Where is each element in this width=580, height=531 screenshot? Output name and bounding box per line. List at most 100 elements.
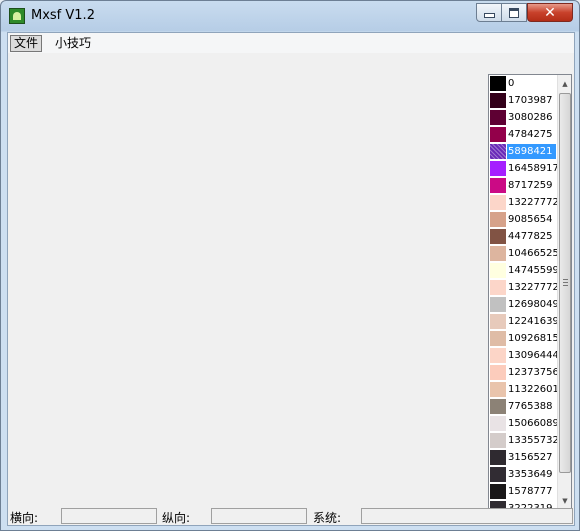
color-list-item[interactable]: 1703987 [489,92,557,109]
color-value-label: 12373756 [508,367,559,378]
color-swatch [490,467,506,482]
color-swatch [490,246,506,261]
color-list-item[interactable]: 13096444 [489,347,559,364]
system-label: 系统: [313,511,342,525]
color-list-item[interactable]: 5898421 [489,143,557,160]
thumb-grip-icon [563,282,568,283]
vertical-field [211,508,307,524]
menu-tips[interactable]: 小技巧 [52,35,94,51]
color-swatch [490,76,506,91]
maximize-icon [509,7,519,18]
system-field [361,508,573,524]
color-list-item[interactable]: 14745599 [489,262,559,279]
color-swatch [490,297,506,312]
color-value-label: 7765388 [508,401,553,412]
window-title: Mxsf V1.2 [31,8,95,23]
color-swatch [490,229,506,244]
title-bar[interactable]: Mxsf V1.2 ✕ [1,1,579,31]
client-area: 文件 小技巧 0 1703987 3080286 4784275 5898421 1645… [7,32,575,526]
color-list-item[interactable]: 12698049 [489,296,559,313]
scroll-down-arrow-icon[interactable]: ▼ [558,493,571,508]
thumb-grip-icon [563,279,568,280]
color-swatch [490,178,506,193]
color-swatch [490,263,506,278]
color-swatch [490,484,506,499]
color-list-item[interactable]: 16458917 [489,160,559,177]
color-value-label: 4477825 [508,231,553,242]
color-value-label: 3353649 [508,469,553,480]
color-swatch [490,382,506,397]
app-logo-icon [9,8,25,24]
close-icon: ✕ [544,4,556,21]
color-value-label: 15066089 [508,418,559,429]
color-swatch [490,416,506,431]
color-value-label: 16458917 [508,163,559,174]
color-swatch [490,212,506,227]
color-list-item[interactable]: 7765388 [489,398,557,415]
color-value-label: 11322601 [508,384,559,395]
color-list-item[interactable]: 9085654 [489,211,557,228]
status-bar: 横向: 纵向: 系统: [8,507,574,525]
color-value-label: 4784275 [508,129,553,140]
scroll-thumb[interactable] [559,93,571,473]
color-value-label: 1703987 [508,95,553,106]
vertical-label: 纵向: [162,511,191,525]
color-swatch [490,365,506,380]
color-list-item[interactable]: 4477825 [489,228,557,245]
color-value-label: 13227772 [508,282,559,293]
color-list-item[interactable]: 15066089 [489,415,559,432]
color-swatch [490,195,506,210]
color-list-item[interactable]: 13355732 [489,432,559,449]
color-value-label: 5898421 [507,144,556,159]
color-swatch [490,450,506,465]
color-value-label: 1578777 [508,486,553,497]
color-list-item[interactable]: 3080286 [489,109,557,126]
app-window: Mxsf V1.2 ✕ 文件 小技巧 0 1703987 3080286 478427… [0,0,580,531]
color-value-label: 12698049 [508,299,559,310]
color-list-item[interactable]: 8717259 [489,177,557,194]
color-swatch [490,433,506,448]
color-list-item[interactable]: 13227772 [489,279,559,296]
thumb-grip-icon [563,285,568,286]
menu-file[interactable]: 文件 [10,35,43,52]
color-list-item[interactable]: 3156527 [489,449,557,466]
color-value-label: 13096444 [508,350,559,361]
scroll-up-arrow-icon[interactable]: ▲ [558,76,571,91]
horizontal-label: 横向: [10,511,39,525]
close-button[interactable]: ✕ [527,3,573,22]
color-value-label: 13355732 [508,435,559,446]
color-value-label: 10926815 [508,333,559,344]
color-swatch [490,331,506,346]
color-swatch [490,127,506,142]
color-swatch [490,314,506,329]
color-swatch [490,93,506,108]
color-list[interactable]: 0 1703987 3080286 4784275 5898421 16458917 871… [488,74,572,510]
color-list-item[interactable]: 4784275 [489,126,557,143]
color-list-item[interactable]: 10466525 [489,245,559,262]
color-value-label: 14745599 [508,265,559,276]
color-swatch [490,144,506,159]
color-swatch [490,161,506,176]
minimize-icon [483,13,495,18]
color-list-item[interactable]: 10926815 [489,330,559,347]
color-list-item[interactable]: 12241639 [489,313,559,330]
color-list-item[interactable]: 0 [489,75,557,92]
color-list-item[interactable]: 3353649 [489,466,557,483]
color-swatch [490,348,506,363]
minimize-button[interactable] [476,3,502,22]
color-swatch [490,280,506,295]
color-swatch [490,399,506,414]
color-list-item[interactable]: 13227772 [489,194,559,211]
color-value-label: 3080286 [508,112,553,123]
horizontal-field [61,508,157,524]
maximize-button[interactable] [501,3,527,22]
color-list-item[interactable]: 12373756 [489,364,559,381]
color-value-label: 3156527 [508,452,553,463]
color-list-item[interactable]: 11322601 [489,381,559,398]
vertical-scrollbar[interactable]: ▲ ▼ [557,75,571,509]
color-value-label: 13227772 [508,197,559,208]
color-swatch [490,110,506,125]
color-value-label: 8717259 [508,180,553,191]
color-value-label: 9085654 [508,214,553,225]
color-list-item[interactable]: 1578777 [489,483,557,500]
